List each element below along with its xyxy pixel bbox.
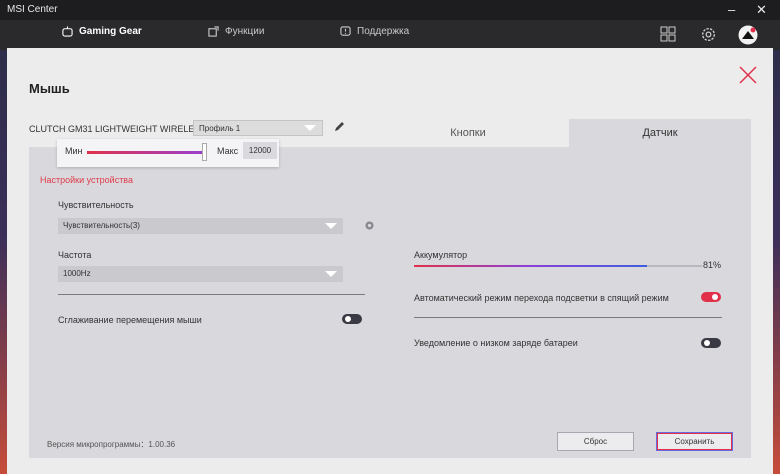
battery-label: Аккумулятор: [414, 250, 468, 260]
features-icon: [208, 26, 219, 37]
page-title: Мышь: [29, 81, 70, 96]
reset-button[interactable]: Сброс: [557, 432, 634, 451]
range-slider-handle[interactable]: [202, 143, 207, 161]
minimize-icon[interactable]: –: [728, 2, 735, 17]
top-nav: Gaming Gear Функции Поддержка: [0, 20, 780, 50]
sensitivity-range-popup: Мин Макс 12000: [57, 139, 279, 167]
smoothing-label: Сглаживание перемещения мыши: [58, 315, 202, 325]
frequency-value: 1000Hz: [63, 269, 91, 278]
device-name: CLUTCH GM31 LIGHTWEIGHT WIRELESS: [29, 124, 207, 134]
auto-sleep-label: Автоматический режим перехода подсветки …: [414, 293, 669, 303]
min-label: Мин: [65, 146, 83, 156]
battery-percent: 81%: [703, 260, 722, 270]
auto-sleep-toggle[interactable]: [701, 292, 721, 302]
gear-icon[interactable]: [700, 26, 717, 43]
chevron-down-icon: [304, 125, 316, 131]
battery-bar: [414, 265, 702, 267]
max-value-input[interactable]: 12000: [243, 142, 277, 159]
tab-buttons[interactable]: Кнопки: [367, 119, 569, 147]
tab-gaming-gear[interactable]: Gaming Gear: [62, 26, 142, 37]
low-battery-toggle[interactable]: [701, 338, 721, 348]
gear-icon[interactable]: [363, 219, 376, 232]
mouse-settings-dialog: Мышь CLUTCH GM31 LIGHTWEIGHT WIRELESS Пр…: [7, 48, 773, 474]
tab-features[interactable]: Функции: [208, 26, 264, 37]
smoothing-toggle[interactable]: [342, 314, 362, 324]
firmware-version: Версия микропрограммы：1.00.36: [47, 440, 176, 449]
tab-support[interactable]: Поддержка: [340, 26, 409, 37]
sensor-content: Настройки устройства Чувствительность Чу…: [29, 147, 751, 458]
profile-value: Профиль 1: [199, 124, 241, 133]
sensitivity-value: Чувствительность(3): [63, 221, 140, 230]
section-title: Настройки устройства: [40, 175, 133, 185]
toggle-knob: [704, 340, 710, 346]
range-slider-track[interactable]: [87, 151, 205, 154]
divider: [414, 317, 722, 318]
frequency-select[interactable]: 1000Hz: [58, 266, 343, 282]
grid-icon[interactable]: [660, 26, 676, 42]
app-title: MSI Center: [7, 4, 58, 15]
profile-select[interactable]: Профиль 1: [193, 120, 323, 136]
chevron-down-icon: [325, 271, 337, 277]
battery-bar-fill: [414, 265, 648, 267]
close-window-icon[interactable]: ✕: [756, 2, 767, 18]
sensitivity-label: Чувствительность: [58, 200, 134, 210]
tab-label: Gaming Gear: [79, 26, 142, 37]
toggle-knob: [712, 294, 718, 300]
save-button[interactable]: Сохранить: [656, 432, 733, 451]
low-battery-label: Уведомление о низком заряде батареи: [414, 338, 578, 348]
support-icon: [340, 26, 351, 36]
tab-label: Поддержка: [357, 26, 410, 37]
chevron-down-icon: [325, 223, 337, 229]
max-label: Макс: [217, 146, 239, 156]
avatar[interactable]: [738, 25, 758, 45]
pencil-icon[interactable]: [333, 121, 345, 133]
sensitivity-select[interactable]: Чувствительность(3): [58, 218, 343, 234]
gamepad-icon: [62, 26, 73, 37]
tab-label: Функции: [225, 26, 265, 37]
title-bar: MSI Center – ✕: [0, 0, 780, 20]
close-icon[interactable]: [739, 66, 757, 84]
toggle-knob: [345, 316, 351, 322]
frequency-label: Частота: [58, 250, 92, 260]
divider: [58, 294, 365, 295]
tab-sensor[interactable]: Датчик: [569, 119, 751, 147]
